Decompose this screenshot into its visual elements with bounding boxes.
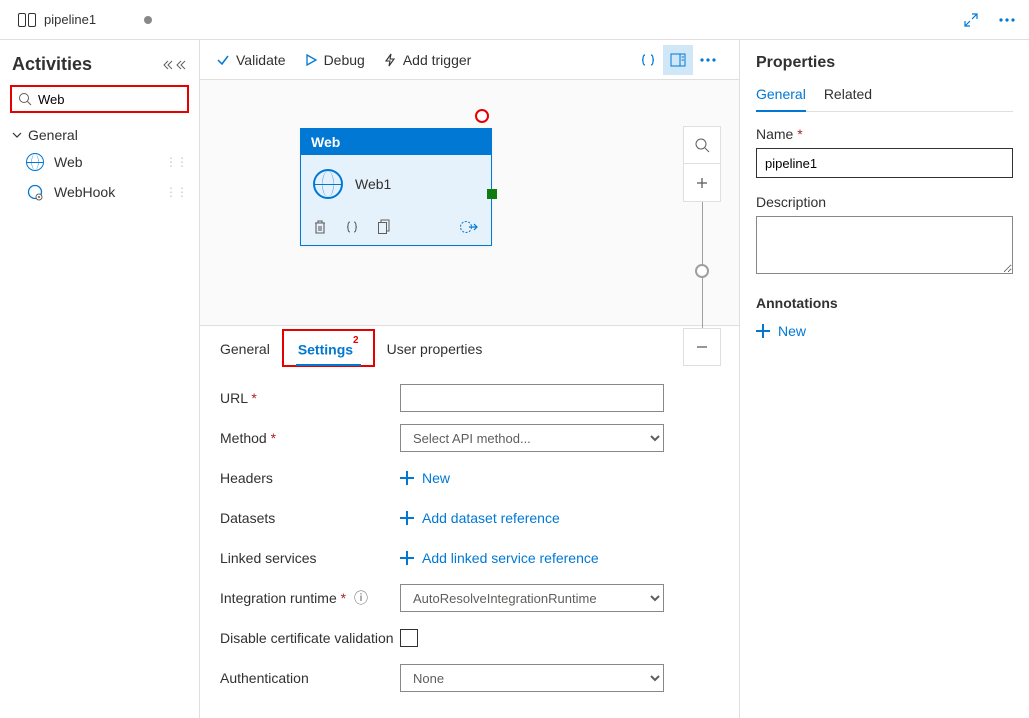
zoom-slider-track[interactable] [702, 202, 703, 272]
debug-button[interactable]: Debug [304, 52, 365, 68]
info-icon[interactable]: ⓘ [354, 590, 368, 606]
editor-tab-title: pipeline1 [44, 12, 96, 27]
canvas-zoom-controls [683, 126, 721, 366]
add-dataset-button[interactable]: Add dataset reference [400, 510, 560, 526]
pipeline-icon [18, 13, 36, 27]
authentication-select[interactable]: None [400, 664, 664, 692]
expand-icon[interactable] [959, 8, 983, 32]
add-header-button[interactable]: New [400, 470, 450, 486]
annotations-heading: Annotations [756, 295, 1013, 311]
config-tab-general[interactable]: General [208, 331, 282, 365]
zoom-slider-handle[interactable] [695, 264, 709, 278]
webhook-icon [26, 183, 44, 201]
search-icon [18, 92, 32, 106]
activity-config-panel: General Settings2 User properties URL * … [200, 325, 739, 718]
pipeline-description-label: Description [756, 194, 1013, 210]
config-tab-settings[interactable]: Settings2 [286, 331, 371, 366]
plus-icon [400, 511, 414, 525]
node-name: Web1 [355, 176, 391, 192]
validation-error-icon [475, 109, 489, 123]
validate-button[interactable]: Validate [216, 52, 286, 68]
drag-handle-icon: ⋮⋮ [165, 155, 187, 169]
pipeline-toolbar: Validate Debug Add trigger [200, 40, 739, 80]
braces-icon [640, 53, 656, 67]
config-tab-user-properties[interactable]: User properties [375, 331, 495, 365]
node-type-label: Web [301, 129, 491, 155]
activities-panel: Activities General Web ⋮⋮ [0, 40, 200, 718]
integration-runtime-select[interactable]: AutoResolveIntegrationRuntime [400, 584, 664, 612]
activity-item-label: WebHook [54, 184, 115, 200]
activities-search[interactable] [10, 85, 189, 113]
editor-tab-bar: pipeline1 [0, 0, 1029, 40]
activity-node-web1[interactable]: Web Web1 [300, 128, 492, 246]
method-select[interactable]: Select API method... [400, 424, 664, 452]
properties-pane-icon [670, 53, 686, 67]
activity-category-label: General [28, 127, 78, 143]
collapse-panel-icon[interactable] [163, 58, 187, 72]
drag-handle-icon: ⋮⋮ [165, 185, 187, 199]
chevron-down-icon [12, 130, 22, 140]
check-icon [216, 53, 230, 67]
properties-tab-related[interactable]: Related [824, 86, 872, 111]
code-view-button[interactable] [633, 45, 663, 75]
disable-cert-checkbox[interactable] [400, 629, 418, 647]
plus-icon [756, 324, 770, 338]
url-label: URL [220, 390, 248, 406]
add-linked-service-button[interactable]: Add linked service reference [400, 550, 599, 566]
fit-to-screen-button[interactable] [683, 126, 721, 164]
activity-item-webhook[interactable]: WebHook ⋮⋮ [0, 177, 199, 207]
pipeline-canvas[interactable]: Web Web1 [200, 80, 739, 325]
copy-node-icon[interactable] [377, 219, 391, 235]
node-code-icon[interactable] [345, 220, 359, 234]
method-label: Method [220, 430, 267, 446]
pipeline-name-label: Name [756, 126, 793, 142]
success-connector[interactable] [487, 189, 497, 199]
pipeline-name-input[interactable] [756, 148, 1013, 178]
toolbar-more-button[interactable] [693, 45, 723, 75]
plus-icon [400, 551, 414, 565]
activity-category-general[interactable]: General [0, 123, 199, 147]
settings-error-count: 2 [353, 335, 359, 346]
more-icon [700, 58, 716, 62]
properties-title: Properties [756, 54, 1013, 72]
zoom-out-button[interactable] [683, 328, 721, 366]
globe-icon [26, 153, 44, 171]
delete-node-icon[interactable] [313, 219, 327, 235]
node-output-icon[interactable] [459, 220, 479, 234]
pipeline-description-input[interactable] [756, 216, 1013, 274]
activity-item-label: Web [54, 154, 83, 170]
activity-item-web[interactable]: Web ⋮⋮ [0, 147, 199, 177]
headers-label: Headers [220, 470, 400, 486]
play-icon [304, 53, 318, 67]
properties-panel: Properties General Related Name * Descri… [739, 40, 1029, 718]
plus-icon [400, 471, 414, 485]
add-trigger-button[interactable]: Add trigger [383, 52, 471, 68]
trigger-icon [383, 53, 397, 67]
zoom-slider-track[interactable] [702, 278, 703, 328]
datasets-label: Datasets [220, 510, 400, 526]
unsaved-indicator-icon [144, 16, 152, 24]
integration-runtime-label: Integration runtime [220, 590, 337, 606]
activities-title: Activities [12, 54, 92, 75]
authentication-label: Authentication [220, 670, 400, 686]
linked-services-label: Linked services [220, 550, 400, 566]
add-annotation-button[interactable]: New [756, 323, 1013, 339]
editor-tab-pipeline1[interactable]: pipeline1 [10, 12, 160, 27]
properties-toggle-button[interactable] [663, 45, 693, 75]
more-icon[interactable] [995, 8, 1019, 32]
globe-icon [313, 169, 343, 199]
activities-search-input[interactable] [38, 92, 214, 107]
url-input[interactable] [400, 384, 664, 412]
disable-cert-label: Disable certificate validation [220, 630, 400, 646]
properties-tab-general[interactable]: General [756, 86, 806, 112]
zoom-in-button[interactable] [683, 164, 721, 202]
